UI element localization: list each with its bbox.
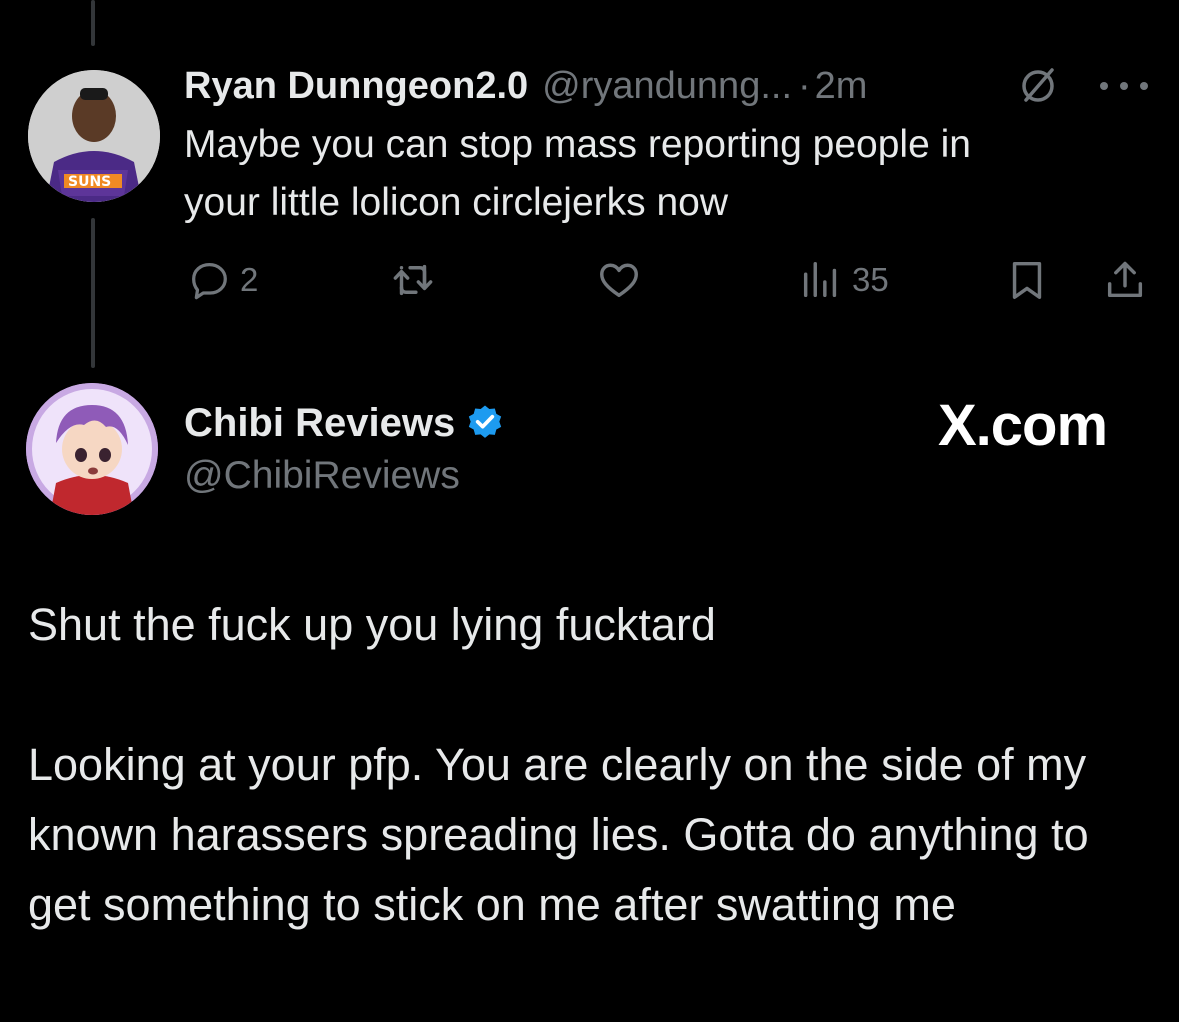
- tweet-actions: 2 35: [0, 252, 1179, 308]
- share-icon: [1107, 261, 1143, 298]
- reply-button[interactable]: 2: [186, 252, 258, 308]
- like-button[interactable]: [596, 252, 650, 308]
- retweet-button[interactable]: [390, 252, 444, 308]
- grok-icon[interactable]: [1018, 66, 1058, 106]
- brand-logo: X.com: [938, 393, 1108, 458]
- views-count: 35: [852, 261, 889, 298]
- avatar[interactable]: [26, 383, 158, 515]
- tweet-text: Shut the fuck up you lying fucktard Look…: [28, 590, 1158, 940]
- display-name[interactable]: Chibi Reviews: [184, 401, 455, 446]
- avatar-image: [26, 383, 158, 515]
- bookmark-icon: [1012, 261, 1042, 299]
- bookmark-button[interactable]: [1004, 252, 1050, 308]
- separator-dot: ·: [798, 64, 811, 107]
- avatar-image: SUNS: [28, 70, 160, 202]
- views-button[interactable]: 35: [798, 252, 889, 308]
- like-icon: [600, 263, 638, 298]
- verified-badge-icon[interactable]: [465, 403, 505, 443]
- tweet-header: Ryan Dunngeon2.0 @ryandunng... · 2m: [184, 62, 867, 110]
- reply-icon: [192, 263, 227, 300]
- more-options-icon[interactable]: [1100, 74, 1148, 98]
- svg-text:SUNS: SUNS: [68, 174, 111, 190]
- display-name[interactable]: Ryan Dunngeon2.0: [184, 65, 528, 108]
- tweet-paragraph: Looking at your pfp. You are clearly on …: [28, 739, 1089, 930]
- share-button[interactable]: [1102, 252, 1148, 308]
- tweet-text: Maybe you can stop mass reporting people…: [184, 123, 971, 224]
- views-icon: [803, 261, 837, 298]
- author-name-row: Chibi Reviews: [184, 398, 505, 448]
- reply-count: 2: [240, 261, 259, 298]
- timestamp[interactable]: 2m: [815, 65, 868, 108]
- retweet-icon: [393, 264, 433, 296]
- user-handle[interactable]: @ryandunng...: [542, 65, 792, 108]
- avatar[interactable]: SUNS: [28, 70, 160, 202]
- tweet-paragraph: Shut the fuck up you lying fucktard: [28, 599, 716, 650]
- user-handle[interactable]: @ChibiReviews: [184, 454, 460, 498]
- thread-line: [91, 0, 95, 46]
